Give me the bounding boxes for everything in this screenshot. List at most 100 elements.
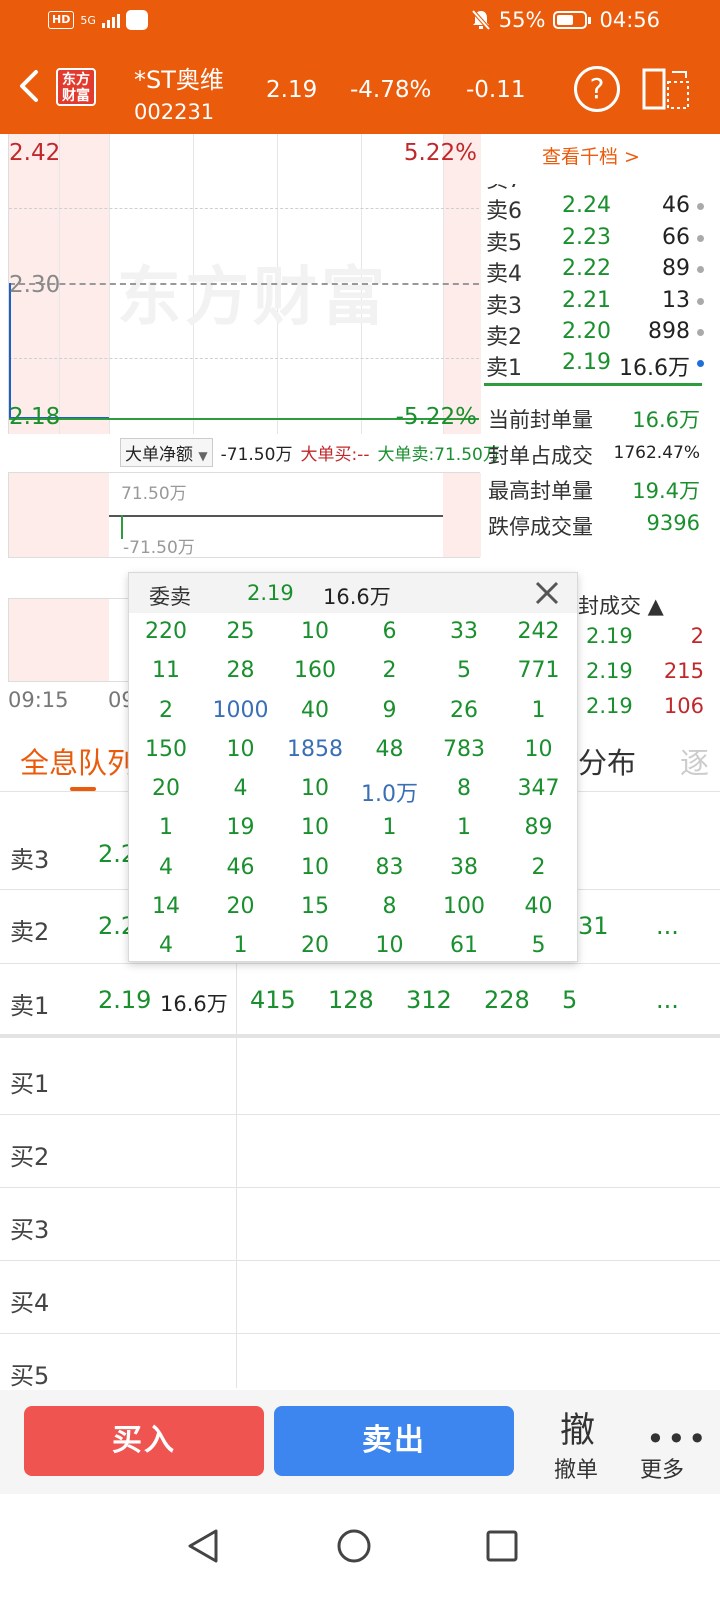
- popup-order-cell: 1: [233, 933, 248, 959]
- popup-order-cell: 33: [450, 619, 478, 644]
- app-notification-icon: [125, 10, 148, 30]
- popup-order-cell: 10: [524, 736, 553, 762]
- stock-code: 002231: [134, 100, 215, 124]
- ask-row[interactable]: 卖3 2.21 13: [486, 286, 704, 319]
- popup-volume: 16.6万: [323, 585, 391, 609]
- stat-value: 9396: [646, 510, 700, 535]
- ask-level: 卖4: [486, 262, 522, 288]
- tab-distribution[interactable]: 分布: [578, 740, 636, 782]
- popup-order-cell: 19: [226, 815, 255, 841]
- popup-order-cell: 1: [159, 815, 173, 841]
- popup-order-cell: 14: [152, 894, 180, 920]
- cancel-order-label[interactable]: 撤单: [554, 1452, 598, 1484]
- tab-next[interactable]: 逐: [680, 740, 709, 782]
- stock-price: 2.19: [266, 77, 318, 103]
- trades-header[interactable]: 封成交 ▲: [578, 590, 664, 620]
- trade-price: 2.19: [586, 694, 633, 718]
- buy-button[interactable]: 买入: [24, 1406, 264, 1476]
- action-bar: 买入 卖出 撤 撤单 ••• 更多: [0, 1390, 720, 1494]
- popup-order-cell: 1: [457, 815, 471, 841]
- sub1-bottom-label: -71.50万: [123, 538, 195, 558]
- stat-row: 封单占成交 1762.47%: [488, 436, 700, 472]
- status-bar: HD 5G 55% 04:56: [0, 0, 720, 44]
- popup-title: 委卖: [149, 585, 191, 609]
- queue-order-cell: 228: [484, 986, 530, 1014]
- mute-bell-icon: [471, 9, 491, 31]
- queue-order-cell: 312: [406, 986, 452, 1014]
- queue-dot-icon: [697, 266, 704, 274]
- popup-order-cell: 10: [375, 933, 404, 959]
- bid-level: 买2: [10, 1143, 50, 1171]
- stat-value: 19.4万: [632, 479, 700, 503]
- popup-grid-row: 220 25 10 6 33 242: [129, 615, 577, 654]
- popup-order-cell: 1: [531, 697, 546, 723]
- popup-grid-row: 14 20 15 8 100 40: [129, 890, 577, 929]
- queue-row-bid[interactable]: 买3: [0, 1188, 720, 1261]
- ask-level: 卖5: [486, 230, 522, 256]
- queue-order-cell: 5: [562, 986, 578, 1014]
- popup-order-cell: 6: [382, 619, 397, 644]
- trade-qty: 106: [663, 694, 704, 718]
- avg-price-line: [9, 283, 11, 420]
- stat-row: 跌停成交量 9396: [488, 507, 700, 543]
- popup-order-cell: 1000: [212, 697, 269, 723]
- indicator-selector[interactable]: 大单净额 ▼: [120, 438, 213, 467]
- ask-row[interactable]: 卖2 2.20 898: [486, 317, 704, 350]
- trade-price: 2.19: [586, 659, 633, 683]
- ask-row[interactable]: 卖6 2.24 46: [486, 191, 704, 224]
- nav-back-icon[interactable]: [186, 1528, 220, 1564]
- ask-price: 2.22: [562, 256, 611, 282]
- network-type: 5G: [80, 13, 96, 27]
- layout-switch-icon[interactable]: [642, 68, 690, 110]
- nav-home-icon[interactable]: [336, 1528, 372, 1564]
- popup-order-cell: 10: [301, 619, 329, 644]
- ask-row[interactable]: 卖5 2.23 66: [486, 223, 704, 256]
- bid-level: 买1: [10, 1070, 50, 1098]
- popup-order-cell: 2: [159, 697, 173, 723]
- order-book-separator: [484, 383, 702, 386]
- stat-row: 最高封单量 19.4万: [488, 471, 700, 507]
- queue-row-s1[interactable]: 卖1 2.19 16.6万 415 128 312 228 5 ...: [0, 964, 720, 1038]
- popup-order-cell: 89: [524, 815, 553, 841]
- queue-row-bid[interactable]: 买2: [0, 1115, 720, 1188]
- popup-order-cell: 15: [301, 894, 329, 920]
- queue-row-bid[interactable]: 买4: [0, 1261, 720, 1334]
- ask-price: 2.23: [562, 224, 611, 250]
- nav-recents-icon[interactable]: [486, 1530, 518, 1562]
- net-flow-chart[interactable]: 71.50万 -71.50万: [8, 472, 481, 558]
- back-arrow-icon[interactable]: [14, 66, 44, 106]
- ask-volume: 89: [662, 256, 690, 282]
- hd-indicator: HD: [48, 11, 75, 29]
- ask-row[interactable]: 卖1 2.19 16.6万: [486, 348, 704, 381]
- queue-dot-icon: [697, 328, 704, 336]
- ask-volume: 898: [648, 318, 690, 344]
- more-label[interactable]: 更多: [640, 1452, 684, 1484]
- indicator-row: 大单净额 ▼ -71.50万 大单买:-- 大单卖:71.50万: [120, 438, 500, 467]
- bid-level: 买5: [10, 1362, 50, 1390]
- queue-row-bid[interactable]: 买1: [0, 1042, 720, 1115]
- brand-logo: 东方财富: [56, 68, 96, 106]
- cancel-order-icon[interactable]: 撤: [560, 1402, 595, 1453]
- queue-dot-icon: [697, 234, 704, 242]
- popup-order-cell: 8: [457, 776, 471, 802]
- popup-order-cell: 38: [450, 854, 478, 880]
- trade-qty: 2: [690, 624, 704, 648]
- tab-full-queue[interactable]: 全息队列: [20, 740, 136, 782]
- view-depth-link[interactable]: 查看千档 >: [542, 142, 640, 169]
- close-icon[interactable]: [531, 577, 563, 609]
- popup-order-cell: 10: [301, 815, 329, 841]
- ask-row[interactable]: 卖4 2.22 89: [486, 254, 704, 288]
- chart-min-pct: -5.22%: [395, 404, 477, 430]
- intraday-chart[interactable]: 东方财富 2.42 5.22% 2.30 2.18 -5.22%: [8, 134, 481, 434]
- queue-order-cell: 415: [250, 986, 296, 1014]
- stat-value: 1762.47%: [613, 442, 700, 463]
- chart-max-pct: 5.22%: [403, 140, 477, 166]
- trade-price: 2.19: [586, 624, 633, 648]
- trade-row: 2.19 106: [586, 694, 704, 718]
- stat-label: 跌停成交量: [488, 514, 593, 539]
- help-button[interactable]: ?: [574, 66, 620, 112]
- stat-label: 当前封单量: [488, 408, 593, 432]
- chart-min-label: 2.18: [9, 404, 61, 430]
- app-header: HD 5G 55% 04:56 东方财富 *ST奥维 002231 2.19 -…: [0, 0, 720, 134]
- sell-button[interactable]: 卖出: [274, 1406, 514, 1476]
